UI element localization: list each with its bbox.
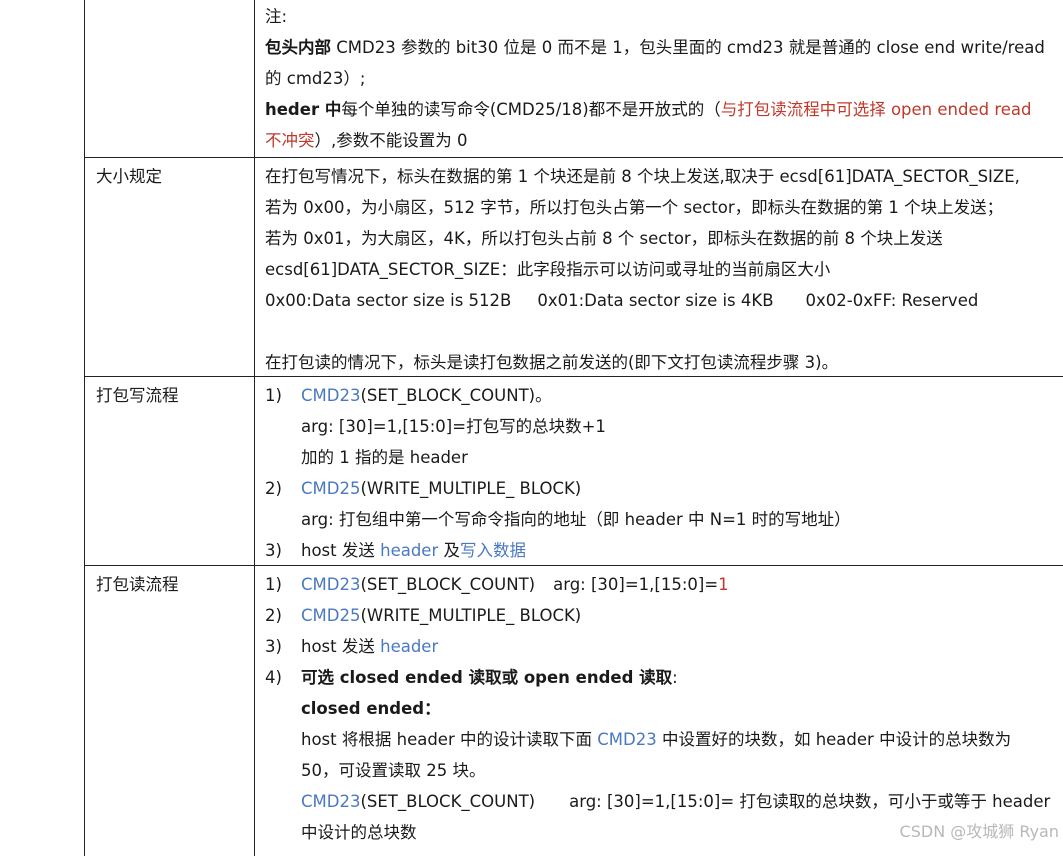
value-512b: 0x00:Data sector size is 512B xyxy=(265,291,512,310)
step-note: 加的 1 指的是 header xyxy=(301,448,468,467)
header-link: header xyxy=(380,541,439,560)
step-text: host 发送 xyxy=(301,637,381,656)
row-content-packed-read: 1) CMD23(SET_BLOCK_COUNT) arg: [30]=1,[15:… xyxy=(255,566,1063,856)
row-label xyxy=(85,0,255,157)
bold-text: 包头内部 xyxy=(265,38,331,57)
step-arg: arg: [30]=1,[15:0]= xyxy=(553,575,719,594)
highlight-value: 1 xyxy=(718,575,729,594)
step-1: 1) CMD23(SET_BLOCK_COUNT) arg: [30]=1,[15:… xyxy=(265,569,1057,600)
closed-ended-cmd: CMD23(SET_BLOCK_COUNT) arg: [30]=1,[15:0]… xyxy=(265,786,1057,817)
cmd-link: CMD25 xyxy=(301,479,361,498)
table-row-packed-read: 打包读流程 1) CMD23(SET_BLOCK_COUNT) arg: [30]=… xyxy=(85,566,1063,856)
cmd-link: CMD23 xyxy=(301,575,361,594)
step-number: 4) xyxy=(265,668,282,687)
note-line: 的 cmd23）; xyxy=(265,69,366,88)
step-text: (WRITE_MULTIPLE_ BLOCK) xyxy=(360,479,582,498)
step-text: 及 xyxy=(438,541,460,560)
step-2: 2) CMD25(WRITE_MULTIPLE_ BLOCK) xyxy=(265,600,1057,631)
highlight-text: 与打包读流程中可选择 open ended read xyxy=(720,100,1032,119)
note-heading: 注: xyxy=(265,7,288,26)
step-text: (SET_BLOCK_COUNT) xyxy=(360,575,536,594)
row-content-size: 在打包写情况下，标头在数据的第 1 个块还是前 8 个块上发送,取决于 ecsd… xyxy=(255,158,1063,376)
step-number: 1) xyxy=(265,386,282,405)
spec-table: 注: 包头内部 CMD23 参数的 bit30 位是 0 而不是 1，包头里面的… xyxy=(84,0,1063,856)
step-text: (WRITE_MULTIPLE_ BLOCK) xyxy=(360,606,582,625)
closed-ended-desc: 50，可设置读取 25 块。 xyxy=(301,761,486,780)
step-3: 3) host 发送 header 及写入数据 xyxy=(265,535,1057,566)
note-text: ）,参数不能设置为 0 xyxy=(314,131,468,150)
step-number: 3) xyxy=(265,541,282,560)
bold-text: 可选 closed ended 读取或 open ended 读取 xyxy=(301,668,673,687)
step-text: (SET_BLOCK_COUNT) xyxy=(360,792,536,811)
table-row-packed-write: 打包写流程 1) CMD23(SET_BLOCK_COUNT)。 arg: [30… xyxy=(85,377,1063,566)
step-text: 中设置好的块数，如 header 中设计的总块数为 xyxy=(656,730,1012,749)
sector-size-values: 0x00:Data sector size is 512B 0x01:Data s… xyxy=(265,285,1057,316)
table-row-notes: 注: 包头内部 CMD23 参数的 bit30 位是 0 而不是 1，包头里面的… xyxy=(85,0,1063,158)
write-data-link: 写入数据 xyxy=(460,541,526,560)
step-2: 2) CMD25(WRITE_MULTIPLE_ BLOCK) xyxy=(265,473,1057,504)
note-line: heder 中每个单独的读写命令(CMD25/18)都不是开放式的（与打包读流程… xyxy=(265,94,1057,125)
row-label: 大小规定 xyxy=(85,158,255,376)
header-link: header xyxy=(380,637,439,656)
step-number: 1) xyxy=(265,575,282,594)
step-4: 4) 可选 closed ended 读取或 open ended 读取: xyxy=(265,662,1057,693)
text-line: 若为 0x00，为小扇区，512 字节，所以打包头占第一个 sector，即标头… xyxy=(265,198,1004,217)
value-reserved: 0x02-0xFF: Reserved xyxy=(805,291,979,310)
text-line: ecsd[61]DATA_SECTOR_SIZE：此字段指示可以访问或寻址的当前… xyxy=(265,260,831,279)
watermark: CSDN @攻城狮 Ryan xyxy=(899,822,1059,841)
table-row-size: 大小规定 在打包写情况下，标头在数据的第 1 个块还是前 8 个块上发送,取决于… xyxy=(85,158,1063,377)
step-arg: arg: 打包组中第一个写命令指向的地址（即 header 中 N=1 时的写地… xyxy=(301,510,851,529)
step-3: 3) host 发送 header xyxy=(265,631,1057,662)
value-4kb: 0x01:Data sector size is 4KB xyxy=(537,291,774,310)
text-line: 在打包读的情况下，标头是读打包数据之前发送的(即下文打包读流程步骤 3)。 xyxy=(265,353,839,372)
row-label: 打包写流程 xyxy=(85,377,255,565)
text-line: 在打包写情况下，标头在数据的第 1 个块还是前 8 个块上发送,取决于 ecsd… xyxy=(265,167,1020,186)
cmd-link: CMD23 xyxy=(301,792,361,811)
highlight-text: 不冲突 xyxy=(265,131,315,150)
step-arg: arg: [30]=1,[15:0]=打包写的总块数+1 xyxy=(301,417,606,436)
step-text: (SET_BLOCK_COUNT)。 xyxy=(360,386,552,405)
step-number: 2) xyxy=(265,606,282,625)
note-line: 包头内部 CMD23 参数的 bit30 位是 0 而不是 1，包头里面的 cm… xyxy=(265,32,1057,63)
closed-ended-desc: host 将根据 header 中的设计读取下面 CMD23 中设置好的块数，如… xyxy=(265,724,1057,755)
step-1: 1) CMD23(SET_BLOCK_COUNT)。 xyxy=(265,380,1057,411)
note-text: CMD23 参数的 bit30 位是 0 而不是 1，包头里面的 cmd23 就… xyxy=(331,38,1045,57)
step-text: host 将根据 header 中的设计读取下面 xyxy=(301,730,598,749)
step-number: 3) xyxy=(265,637,282,656)
step-text: host 发送 xyxy=(301,541,381,560)
closed-ended-label: closed ended： xyxy=(301,699,441,718)
step-arg: arg: [30]=1,[15:0]= 打包读取的总块数，可小于或等于 head… xyxy=(569,792,1051,811)
cmd-link: CMD25 xyxy=(301,606,361,625)
note-text: 每个单独的读写命令(CMD25/18)都不是开放式的（ xyxy=(341,100,721,119)
bold-text: heder 中 xyxy=(265,100,342,119)
row-content-packed-write: 1) CMD23(SET_BLOCK_COUNT)。 arg: [30]=1,[1… xyxy=(255,377,1063,565)
step-number: 2) xyxy=(265,479,282,498)
text-line: 若为 0x01，为大扇区，4K，所以打包头占前 8 个 sector，即标头在数… xyxy=(265,229,943,248)
note-line: 不冲突）,参数不能设置为 0 xyxy=(265,125,1057,156)
cmd-link: CMD23 xyxy=(597,730,657,749)
cmd-link: CMD23 xyxy=(301,386,361,405)
row-label: 打包读流程 xyxy=(85,566,255,856)
row-content-notes: 注: 包头内部 CMD23 参数的 bit30 位是 0 而不是 1，包头里面的… xyxy=(255,0,1063,157)
step-text: : xyxy=(672,668,678,687)
